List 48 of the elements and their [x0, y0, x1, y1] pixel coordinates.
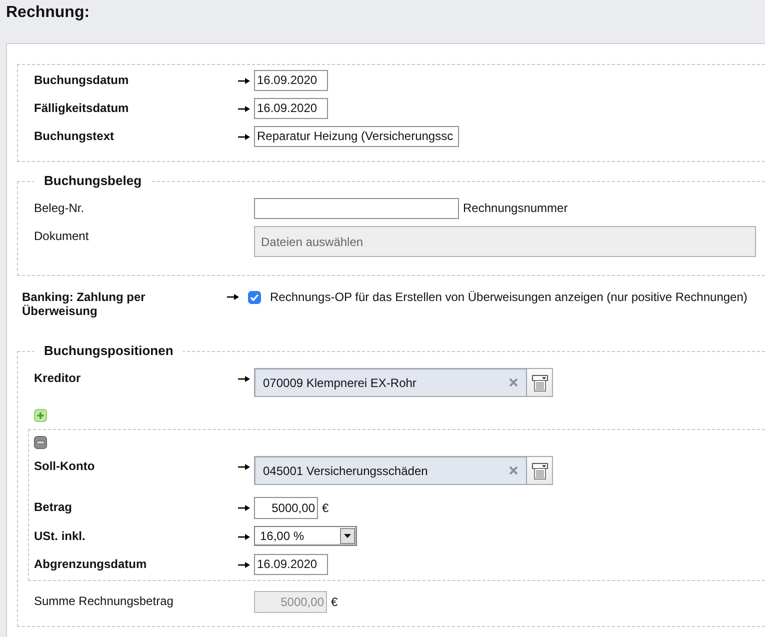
field-label: Banking: Zahlung per Überweisung: [22, 290, 146, 318]
lookup-button[interactable]: [527, 456, 553, 485]
date-field[interactable]: 16.09.2020: [254, 70, 328, 91]
section-title: Buchungsbeleg: [44, 173, 142, 188]
caret-icon[interactable]: [340, 528, 355, 544]
field-hint: Rechnungsnummer: [463, 201, 568, 216]
field-label: Buchungstext: [34, 129, 114, 144]
section-title: Buchungspositionen: [44, 343, 174, 358]
add-icon[interactable]: [34, 409, 47, 422]
field-label: Kreditor: [34, 371, 81, 386]
field-label: Buchungsdatum: [34, 73, 129, 88]
list-icon: [530, 462, 548, 480]
field-label: Soll-Konto: [34, 459, 95, 474]
field-label: Beleg-Nr.: [34, 201, 84, 216]
field-label: Betrag: [34, 500, 72, 515]
file-drop-field[interactable]: Dateien auswählen: [254, 226, 756, 257]
currency-unit: €: [322, 500, 329, 516]
arrow-icon: [238, 560, 250, 568]
combo-field[interactable]: 070009 Klempnerei EX-Rohr: [254, 368, 527, 397]
clear-icon[interactable]: [509, 466, 518, 475]
checkbox-label[interactable]: Rechnungs-OP für das Erstellen von Überweisungen anzeigen (nur positive Rechnungen): [270, 290, 748, 304]
lookup-button[interactable]: [527, 368, 553, 397]
arrow-icon: [238, 132, 250, 140]
field-label: Summe Rechnungsbetrag: [34, 594, 174, 609]
arrow-icon: [238, 374, 250, 382]
date-field[interactable]: 16.09.2020: [254, 554, 328, 575]
amount-field[interactable]: 5000,00: [254, 497, 318, 519]
text-field[interactable]: Reparatur Heizung (Versicherungssc: [254, 126, 459, 147]
date-field[interactable]: 16.09.2020: [254, 98, 328, 119]
checkbox[interactable]: [248, 290, 261, 304]
arrow-icon: [238, 76, 250, 84]
text-field[interactable]: [254, 198, 459, 219]
clear-icon[interactable]: [509, 378, 518, 387]
list-icon: [530, 374, 548, 392]
arrow-icon: [227, 293, 239, 301]
field-label: Dokument: [34, 229, 89, 244]
field-label: Abgrenzungsdatum: [34, 557, 147, 572]
combo-field[interactable]: 045001 Versicherungsschäden: [254, 456, 527, 485]
currency-unit: €: [331, 594, 338, 610]
arrow-icon: [238, 504, 250, 512]
page-title: Rechnung:: [6, 4, 90, 22]
field-label: USt. inkl.: [34, 529, 86, 544]
remove-icon[interactable]: [34, 436, 47, 449]
field-label: Fälligkeitsdatum: [34, 101, 129, 116]
arrow-icon: [238, 462, 250, 470]
arrow-icon: [238, 532, 250, 540]
dropdown-field[interactable]: 16,00 %: [254, 526, 357, 546]
arrow-icon: [238, 104, 250, 112]
